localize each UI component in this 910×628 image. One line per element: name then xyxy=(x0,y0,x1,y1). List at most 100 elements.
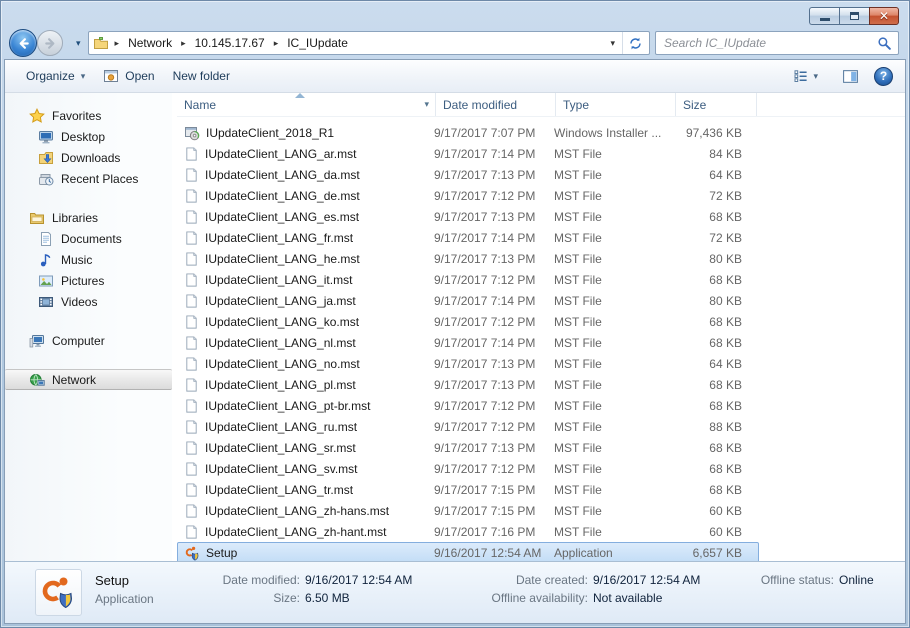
details-column-3: Offline status:Online xyxy=(746,573,874,605)
file-row-iupdateclient-lang-ko-mst[interactable]: IUpdateClient_LANG_ko.mst9/17/2017 7:12 … xyxy=(177,311,759,332)
file-date-modified: 9/17/2017 7:13 PM xyxy=(434,210,554,224)
page-icon xyxy=(184,461,199,477)
file-row-iupdateclient-lang-da-mst[interactable]: IUpdateClient_LANG_da.mst9/17/2017 7:13 … xyxy=(177,164,759,185)
breadcrumb-network[interactable]: Network xyxy=(123,34,177,52)
change-view-button[interactable]: ▾ xyxy=(784,64,827,88)
page-icon xyxy=(184,335,199,351)
sidebar-item-label: Libraries xyxy=(52,211,98,225)
close-button[interactable]: ✕ xyxy=(869,7,899,25)
detail-field-date-created-: Date created:9/16/2017 12:54 AM xyxy=(458,573,746,587)
file-row-iupdateclient-lang-ja-mst[interactable]: IUpdateClient_LANG_ja.mst9/17/2017 7:14 … xyxy=(177,290,759,311)
new-folder-button[interactable]: New folder xyxy=(164,65,239,87)
preview-pane-button[interactable] xyxy=(837,64,864,89)
file-row-iupdateclient-lang-zh-hans-mst[interactable]: IUpdateClient_LANG_zh-hans.mst9/17/2017 … xyxy=(177,500,759,521)
file-row-iupdateclient-lang-fr-mst[interactable]: IUpdateClient_LANG_fr.mst9/17/2017 7:14 … xyxy=(177,227,759,248)
file-row-iupdateclient-lang-es-mst[interactable]: IUpdateClient_LANG_es.mst9/17/2017 7:13 … xyxy=(177,206,759,227)
sidebar-item-label: Network xyxy=(52,373,96,387)
file-row-iupdateclient-lang-sv-mst[interactable]: IUpdateClient_LANG_sv.mst9/17/2017 7:12 … xyxy=(177,458,759,479)
forward-button[interactable] xyxy=(37,30,63,56)
file-row-iupdateclient-lang-tr-mst[interactable]: IUpdateClient_LANG_tr.mst9/17/2017 7:15 … xyxy=(177,479,759,500)
downloads-icon xyxy=(38,150,54,166)
network-icon xyxy=(29,372,45,388)
help-button[interactable]: ? xyxy=(874,67,893,86)
column-header-name[interactable]: Name ▾ xyxy=(177,93,436,116)
file-name-cell: IUpdateClient_LANG_nl.mst xyxy=(178,335,434,351)
sidebar-item-libraries[interactable]: Libraries xyxy=(5,207,172,228)
file-row-iupdateclient-lang-nl-mst[interactable]: IUpdateClient_LANG_nl.mst9/17/2017 7:14 … xyxy=(177,332,759,353)
file-row-iupdateclient-lang-pl-mst[interactable]: IUpdateClient_LANG_pl.mst9/17/2017 7:13 … xyxy=(177,374,759,395)
sidebar-item-recent-places[interactable]: Recent Places xyxy=(5,168,172,189)
file-name-cell: IUpdateClient_LANG_de.mst xyxy=(178,188,434,204)
file-row-iupdateclient-lang-zh-hant-mst[interactable]: IUpdateClient_LANG_zh-hant.mst9/17/2017 … xyxy=(177,521,759,542)
open-button[interactable]: Open xyxy=(94,64,163,88)
page-icon xyxy=(184,377,199,393)
maximize-button[interactable] xyxy=(839,7,869,25)
file-type: Windows Installer ... xyxy=(554,126,672,140)
file-name: IUpdateClient_LANG_sr.mst xyxy=(205,441,356,455)
sidebar-section-network: Network xyxy=(5,369,172,390)
recent-places-icon xyxy=(38,171,54,187)
sidebar-item-documents[interactable]: Documents xyxy=(5,228,172,249)
detail-field-value: 6.50 MB xyxy=(305,591,350,605)
file-type: MST File xyxy=(554,210,672,224)
file-date-modified: 9/17/2017 7:14 PM xyxy=(434,147,554,161)
main-area: FavoritesDesktopDownloadsRecent Places Li… xyxy=(5,93,905,561)
file-row-iupdateclient-lang-no-mst[interactable]: IUpdateClient_LANG_no.mst9/17/2017 7:13 … xyxy=(177,353,759,374)
sidebar-item-label: Documents xyxy=(61,232,122,246)
filter-caret-icon[interactable]: ▾ xyxy=(424,99,429,110)
sidebar-section-favorites: FavoritesDesktopDownloadsRecent Places xyxy=(5,105,172,189)
sidebar-item-network[interactable]: Network xyxy=(5,369,172,390)
file-row-iupdateclient-lang-he-mst[interactable]: IUpdateClient_LANG_he.mst9/17/2017 7:13 … xyxy=(177,248,759,269)
file-size: 60 KB xyxy=(672,504,752,518)
file-name: IUpdateClient_LANG_pl.mst xyxy=(205,378,356,392)
file-date-modified: 9/17/2017 7:12 PM xyxy=(434,315,554,329)
refresh-button[interactable] xyxy=(622,32,648,54)
file-size: 68 KB xyxy=(672,441,752,455)
page-icon xyxy=(184,209,199,225)
back-button[interactable] xyxy=(9,29,37,57)
address-dropdown-caret[interactable]: ▾ xyxy=(603,38,622,49)
column-header-size[interactable]: Size xyxy=(676,93,757,116)
breadcrumb-host[interactable]: 10.145.17.67 xyxy=(190,34,270,52)
search-icon[interactable] xyxy=(877,36,892,51)
file-name-cell: IUpdateClient_LANG_ru.mst xyxy=(178,419,434,435)
minimize-button[interactable] xyxy=(809,7,839,25)
sidebar-item-desktop[interactable]: Desktop xyxy=(5,126,172,147)
detail-field-label: Date modified: xyxy=(208,573,300,587)
sidebar-item-downloads[interactable]: Downloads xyxy=(5,147,172,168)
column-header-date-modified[interactable]: Date modified xyxy=(436,93,556,116)
sidebar-item-computer[interactable]: Computer xyxy=(5,330,172,351)
file-row-iupdateclient-lang-ar-mst[interactable]: IUpdateClient_LANG_ar.mst9/17/2017 7:14 … xyxy=(177,143,759,164)
column-header-type[interactable]: Type xyxy=(556,93,676,116)
address-bar[interactable]: ▸ Network ▸ 10.145.17.67 ▸ IC_IUpdate ▾ xyxy=(88,31,650,55)
chevron-down-icon: ▾ xyxy=(813,71,818,82)
file-date-modified: 9/17/2017 7:12 PM xyxy=(434,462,554,476)
organize-button[interactable]: Organize ▾ xyxy=(17,65,94,87)
page-icon xyxy=(184,251,199,267)
music-icon xyxy=(38,252,54,268)
file-type: MST File xyxy=(554,441,672,455)
breadcrumb-folder[interactable]: IC_IUpdate xyxy=(282,34,353,52)
file-size: 68 KB xyxy=(672,483,752,497)
file-row-setup[interactable]: Setup9/16/2017 12:54 AMApplication6,657 … xyxy=(177,542,759,563)
search-input[interactable] xyxy=(658,36,877,50)
file-row-iupdateclient-lang-it-mst[interactable]: IUpdateClient_LANG_it.mst9/17/2017 7:12 … xyxy=(177,269,759,290)
sidebar-item-music[interactable]: Music xyxy=(5,249,172,270)
sidebar-item-pictures[interactable]: Pictures xyxy=(5,270,172,291)
details-column-1: Date modified:9/16/2017 12:54 AMSize:6.5… xyxy=(208,573,458,605)
file-row-iupdateclient-lang-sr-mst[interactable]: IUpdateClient_LANG_sr.mst9/17/2017 7:13 … xyxy=(177,437,759,458)
file-row-iupdateclient-lang-pt-br-mst[interactable]: IUpdateClient_LANG_pt-br.mst9/17/2017 7:… xyxy=(177,395,759,416)
file-date-modified: 9/17/2017 7:15 PM xyxy=(434,483,554,497)
file-row-iupdateclient-lang-de-mst[interactable]: IUpdateClient_LANG_de.mst9/17/2017 7:12 … xyxy=(177,185,759,206)
file-date-modified: 9/17/2017 7:14 PM xyxy=(434,336,554,350)
file-type: MST File xyxy=(554,294,672,308)
file-row-iupdateclient-lang-ru-mst[interactable]: IUpdateClient_LANG_ru.mst9/17/2017 7:12 … xyxy=(177,416,759,437)
sidebar-item-videos[interactable]: Videos xyxy=(5,291,172,312)
recent-pages-caret[interactable]: ▾ xyxy=(76,38,81,49)
file-name: IUpdateClient_LANG_zh-hant.mst xyxy=(205,525,386,539)
page-icon xyxy=(184,440,199,456)
file-rows: IUpdateClient_2018_R19/17/2017 7:07 PMWi… xyxy=(177,117,905,563)
file-name-cell: IUpdateClient_LANG_pt-br.mst xyxy=(178,398,434,414)
sidebar-item-favorites[interactable]: Favorites xyxy=(5,105,172,126)
file-row-iupdateclient-2018-r1[interactable]: IUpdateClient_2018_R19/17/2017 7:07 PMWi… xyxy=(177,122,759,143)
